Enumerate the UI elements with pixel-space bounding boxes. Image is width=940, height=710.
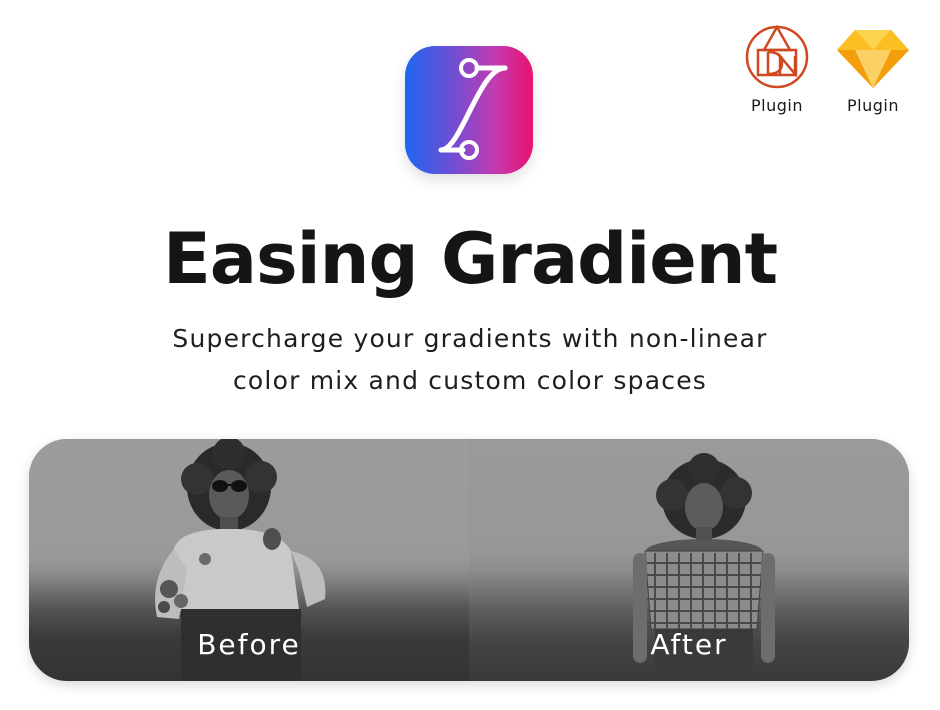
sketch-logo-icon <box>837 30 909 88</box>
page-subtitle: Supercharge your gradients with non-line… <box>120 318 820 402</box>
subtitle-line-1: Supercharge your gradients with non-line… <box>172 324 768 353</box>
before-after-comparison: Before After <box>29 439 909 681</box>
page-title: Easing Gradient <box>162 218 778 300</box>
figma-logo-icon <box>745 24 809 89</box>
app-icon <box>405 46 533 174</box>
before-panel: Before <box>29 439 469 681</box>
sketch-plugin-badge[interactable]: Plugin <box>828 20 918 115</box>
figma-plugin-label: Plugin <box>751 96 803 115</box>
after-label: After <box>650 628 728 661</box>
figma-plugin-badge[interactable]: Plugin <box>732 20 822 115</box>
before-label: Before <box>197 628 301 661</box>
after-panel: After <box>469 439 909 681</box>
easing-curve-icon <box>438 58 508 160</box>
sketch-plugin-label: Plugin <box>847 96 899 115</box>
subtitle-line-2: color mix and custom color spaces <box>232 366 707 395</box>
